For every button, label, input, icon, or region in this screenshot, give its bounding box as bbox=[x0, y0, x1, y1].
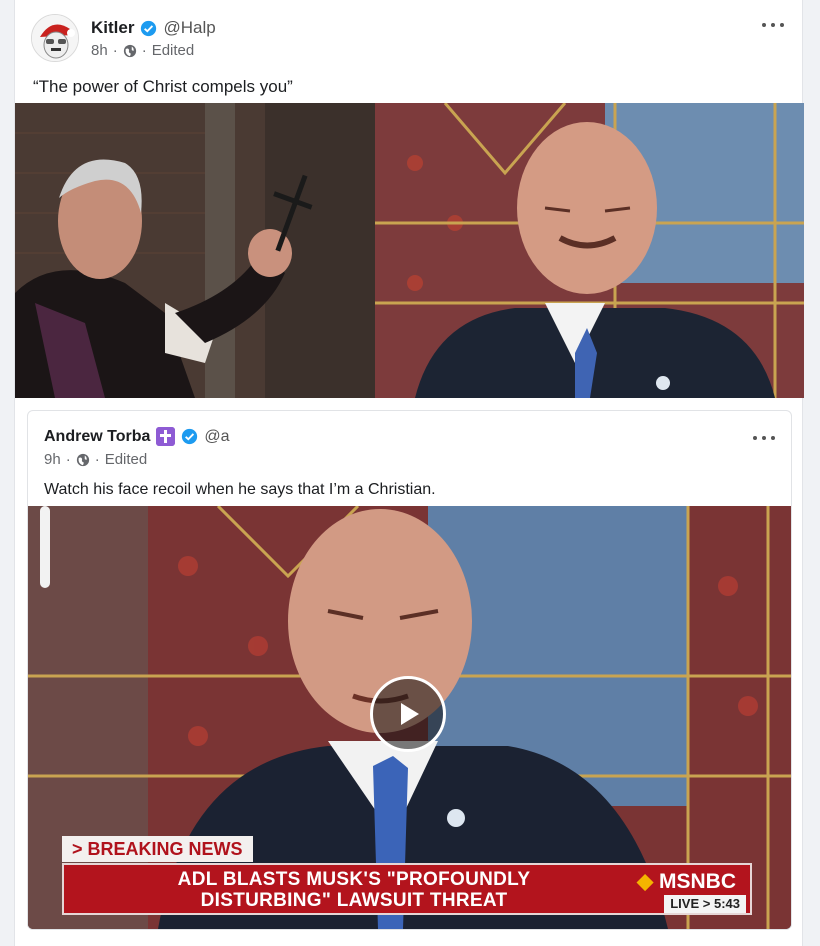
breaking-news-label: > BREAKING NEWS bbox=[62, 836, 253, 862]
post-image[interactable] bbox=[15, 103, 804, 398]
post-meta: 8h · · Edited bbox=[91, 42, 194, 59]
verified-badge-icon bbox=[182, 428, 198, 445]
globe-icon bbox=[76, 453, 89, 466]
ticker-headline-line1: ADL BLASTS MUSK'S "PROFOUNDLY bbox=[177, 869, 531, 890]
more-options-icon[interactable] bbox=[753, 431, 775, 445]
live-label: LIVE bbox=[670, 896, 700, 911]
edited-label[interactable]: Edited bbox=[105, 451, 148, 468]
post-card: Kitler @Halp 8h · · Edited “The power of… bbox=[14, 0, 804, 946]
author-name[interactable]: Kitler bbox=[91, 18, 134, 38]
quoted-post-meta: 9h · · Edited bbox=[44, 451, 147, 468]
play-icon[interactable] bbox=[370, 676, 446, 752]
quoted-post-text: Watch his face recoil when he says that … bbox=[44, 481, 436, 498]
live-arrow: > bbox=[702, 896, 711, 911]
meta-separator: · bbox=[141, 42, 147, 59]
cross-badge-icon bbox=[156, 427, 176, 446]
avatar[interactable] bbox=[31, 14, 79, 62]
meta-separator: · bbox=[94, 451, 100, 468]
post-time[interactable]: 8h bbox=[91, 42, 108, 59]
quoted-author-name[interactable]: Andrew Torba bbox=[44, 428, 150, 446]
network-logo: ◆ MSNBC bbox=[637, 870, 736, 893]
news-ticker: ADL BLASTS MUSK'S "PROFOUNDLY DISTURBING… bbox=[62, 863, 752, 915]
network-name: MSNBC bbox=[659, 870, 736, 893]
globe-icon bbox=[123, 44, 136, 57]
video-player[interactable]: > BREAKING NEWS ADL BLASTS MUSK'S "PROFO… bbox=[28, 506, 791, 929]
video-scrollbar[interactable] bbox=[40, 506, 50, 588]
ticker-headline: ADL BLASTS MUSK'S "PROFOUNDLY DISTURBING… bbox=[124, 869, 584, 911]
quoted-author-handle[interactable]: @a bbox=[204, 428, 229, 446]
live-indicator: LIVE > 5:43 bbox=[664, 895, 746, 913]
post-text: “The power of Christ compels you” bbox=[33, 77, 293, 96]
author-row: Kitler @Halp bbox=[91, 18, 216, 38]
quoted-post-time[interactable]: 9h bbox=[44, 451, 61, 468]
ticker-headline-line2: DISTURBING" LAWSUIT THREAT bbox=[200, 890, 508, 911]
quoted-post[interactable]: Andrew Torba @a 9h · · Edited Watch his … bbox=[27, 410, 792, 930]
verified-badge-icon bbox=[141, 20, 157, 36]
quoted-author-row: Andrew Torba @a bbox=[44, 427, 230, 446]
author-handle[interactable]: @Halp bbox=[163, 18, 215, 38]
live-time: 5:43 bbox=[713, 896, 740, 911]
more-options-icon[interactable] bbox=[762, 18, 784, 32]
edited-label[interactable]: Edited bbox=[152, 42, 195, 59]
meta-separator: · bbox=[65, 451, 71, 468]
meta-separator: · bbox=[112, 42, 118, 59]
